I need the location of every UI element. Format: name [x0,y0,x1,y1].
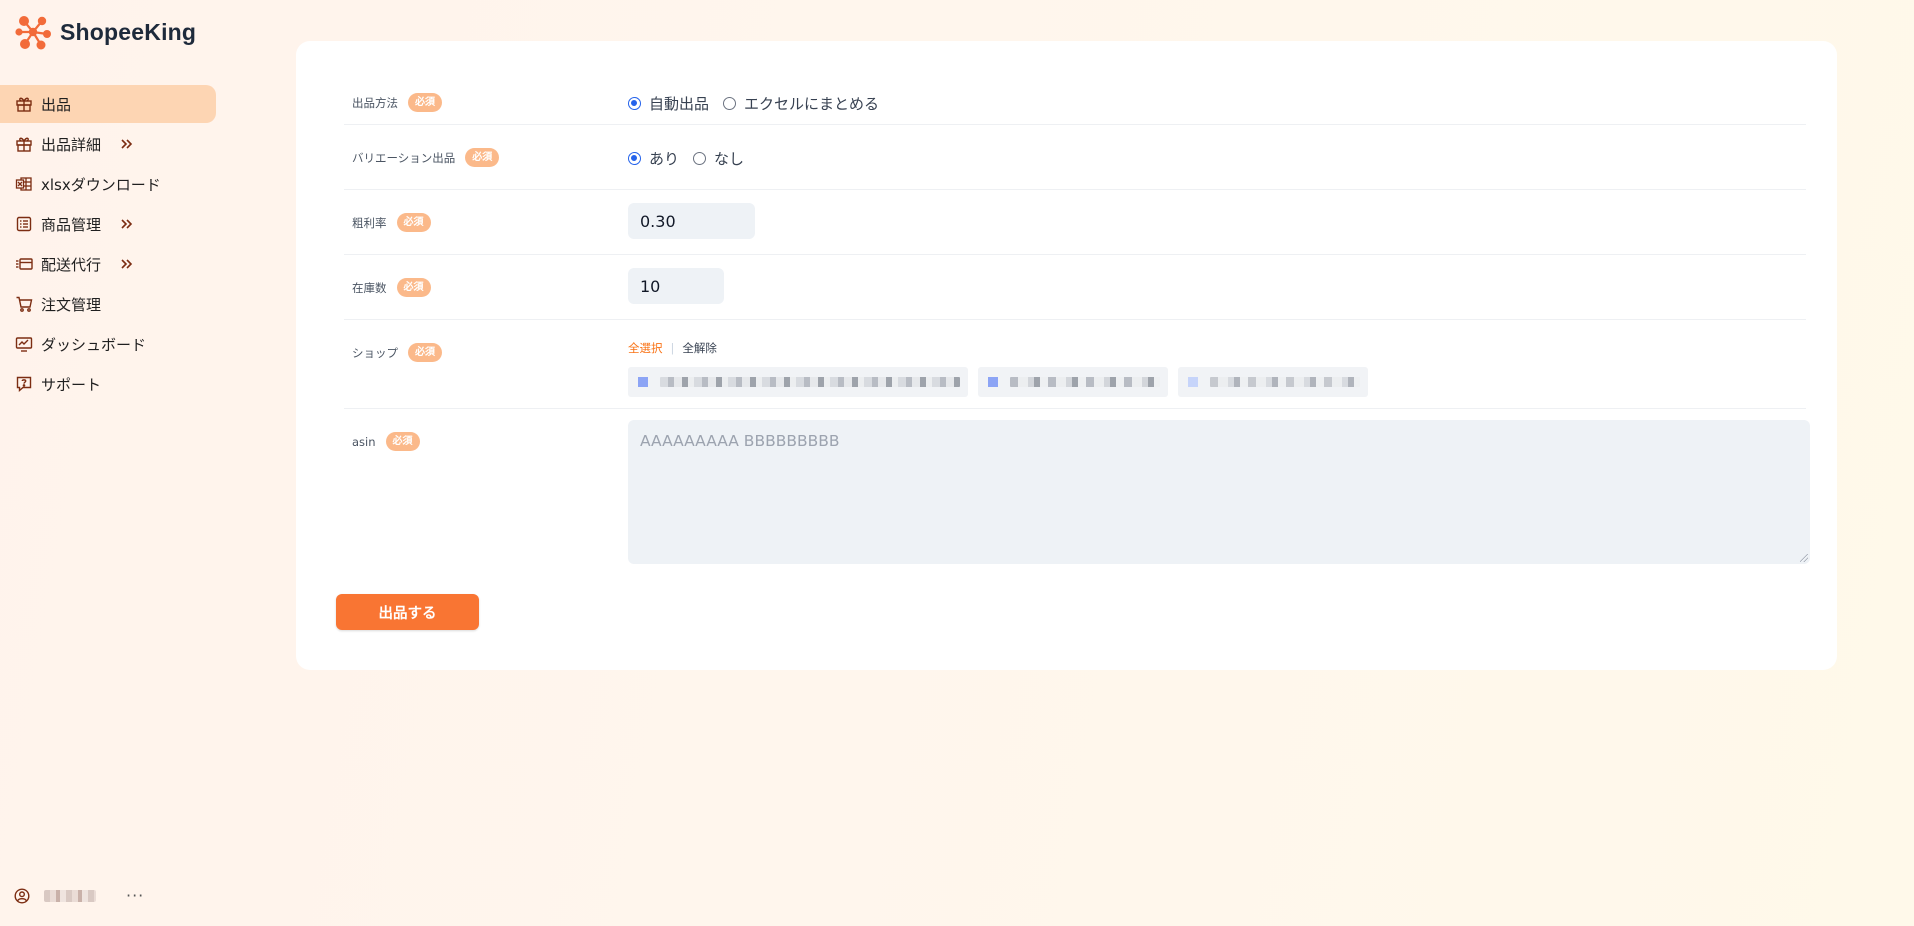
required-badge: 必須 [396,213,431,232]
required-badge: 必須 [385,432,420,451]
sidebar-nav: 出品 出品詳細 xlsxダウンロード 商品管理 配送代行 注文管理 ダッシュボー… [0,85,216,405]
sidebar-item-label: xlsxダウンロード [41,175,161,194]
brand[interactable]: ShopeeKing [14,13,196,51]
variation-option-no[interactable]: なし [693,148,744,169]
list-icon [14,214,34,234]
margin-input[interactable]: 0.30 [628,203,755,239]
checkbox[interactable] [638,377,648,387]
field-label: 在庫数 [352,280,387,295]
chevron-double-right-icon [119,137,133,151]
option-label: なし [714,150,745,168]
sidebar-item-support[interactable]: サポート [0,365,216,403]
sidebar-item-label: 商品管理 [41,215,102,234]
sidebar-item-product-management[interactable]: 商品管理 [0,205,216,243]
chevron-double-right-icon [119,217,133,231]
radio-button[interactable] [628,152,641,165]
required-badge: 必須 [408,343,442,362]
method-option-auto[interactable]: 自動出品 [628,93,709,114]
radio-button[interactable] [723,97,737,110]
option-label: 自動出品 [649,95,710,113]
shop-chip[interactable] [1178,367,1368,397]
field-label: ショップ [352,345,398,360]
sidebar-item-label: 注文管理 [41,295,102,314]
shop-bulk-actions: 全選択 | 全解除 [628,340,1378,356]
checkbox[interactable] [988,377,998,387]
asin-textarea[interactable]: AAAAAAAAA BBBBBBBBB [628,420,1810,564]
shop-chip[interactable] [628,367,968,397]
excel-icon [14,174,34,194]
stock-label: 在庫数 必須 [352,278,431,297]
sidebar-item-xlsx-download[interactable]: xlsxダウンロード [0,165,216,203]
required-badge: 必須 [396,278,431,297]
sidebar-item-label: サポート [41,375,102,394]
shop-name-redacted [1010,377,1160,387]
sidebar: ShopeeKing 出品 出品詳細 xlsxダウンロード 商品管理 配送代行 … [0,0,230,926]
sidebar-item-label: 出品 [41,95,72,114]
form-row-asin: asin 必須 AAAAAAAAA BBBBBBBBB [344,408,1810,578]
resize-handle-icon[interactable] [1800,554,1808,562]
dashboard-icon [14,334,34,354]
more-options-button[interactable]: ··· [126,886,144,905]
radio-button[interactable] [693,152,707,165]
shop-name-redacted [1210,377,1360,387]
method-option-excel[interactable]: エクセルにまとめる [723,93,879,114]
radio-button[interactable] [628,97,641,110]
shop-chip[interactable] [978,367,1168,397]
chevron-double-right-icon [119,257,133,271]
option-label: あり [649,150,680,168]
user-bar[interactable]: ··· [14,886,144,905]
shop-name-redacted [660,377,960,387]
variation-radio-group: あり なし [628,148,758,169]
user-avatar-icon [14,887,30,904]
shipping-icon [14,254,34,274]
field-label: 粗利率 [352,215,387,230]
form-row-shop: ショップ 必須 全選択 | 全解除 [344,319,1806,409]
form-row-variation: バリエーション出品 必須 あり なし [344,124,1806,190]
brand-logo-icon [15,16,51,50]
sidebar-item-listing[interactable]: 出品 [0,85,216,123]
shop-selector: 全選択 | 全解除 [628,340,1378,397]
support-icon [14,374,34,394]
submit-listing-button[interactable]: 出品する [336,594,479,630]
form-row-margin: 粗利率 必須 0.30 [344,189,1806,255]
sidebar-item-label: 出品詳細 [41,135,102,154]
field-label: asin [352,434,376,449]
sidebar-item-listing-details[interactable]: 出品詳細 [0,125,216,163]
method-label: 出品方法 必須 [352,93,442,112]
separator: | [670,341,675,355]
shop-chip-list [628,367,1378,397]
user-name-redacted [44,889,96,902]
checkbox[interactable] [1188,377,1198,387]
brand-name: ShopeeKing [60,18,197,45]
sidebar-item-label: ダッシュボード [41,335,147,354]
sidebar-item-label: 配送代行 [41,255,102,274]
field-label: バリエーション出品 [352,150,456,165]
sidebar-item-dashboard[interactable]: ダッシュボード [0,325,216,363]
listing-form-card: 出品方法 必須 自動出品 エクセルにまとめる バリエーション出品 必須 あり な… [296,41,1837,670]
option-label: エクセルにまとめる [744,95,880,113]
sidebar-item-shipping-agent[interactable]: 配送代行 [0,245,216,283]
margin-label: 粗利率 必須 [352,213,431,232]
form-row-method: 出品方法 必須 自動出品 エクセルにまとめる [344,84,1806,125]
asin-placeholder: AAAAAAAAA BBBBBBBBB [640,432,840,450]
required-badge: 必須 [465,148,500,167]
select-all-link[interactable]: 全選択 [628,340,663,356]
method-radio-group: 自動出品 エクセルにまとめる [628,93,893,114]
gift-icon [14,94,34,114]
stock-input[interactable]: 10 [628,268,724,304]
field-label: 出品方法 [352,95,398,110]
variation-label: バリエーション出品 必須 [352,148,500,167]
variation-option-yes[interactable]: あり [628,148,679,169]
shop-label: ショップ 必須 [352,343,442,362]
form-row-stock: 在庫数 必須 10 [344,254,1806,320]
sidebar-item-order-management[interactable]: 注文管理 [0,285,216,323]
asin-label: asin 必須 [352,432,420,451]
cart-icon [14,294,34,314]
clear-all-link[interactable]: 全解除 [682,340,717,356]
required-badge: 必須 [408,93,442,112]
gift-icon [14,134,34,154]
